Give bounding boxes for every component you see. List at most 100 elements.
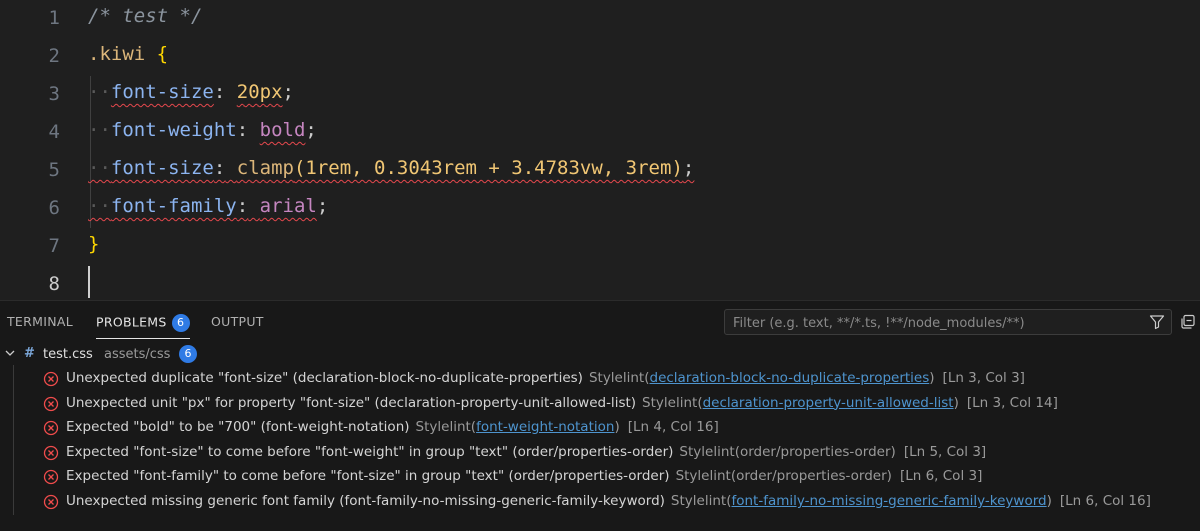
source-name: Stylelint [642, 394, 698, 411]
css-property: font-weight [110, 119, 237, 141]
source-name: Stylelint [588, 370, 645, 386]
panel-tabs: TERMINAL PROBLEMS 6 OUTPUT [0, 301, 700, 341]
problem-location: [Ln 6, Col 16] [1059, 493, 1151, 509]
file-path: assets/css [104, 347, 171, 362]
problem-location: [Ln 3, Col 3] [942, 370, 1025, 386]
line-number: 4 [48, 121, 60, 143]
file-name: test.css [43, 347, 93, 362]
rule-link: order/properties-order [739, 443, 891, 460]
problem-location: [Ln 6, Col 3] [899, 468, 983, 485]
problem-source: Stylelint(declaration-block-no-duplicate… [588, 370, 935, 386]
problem-location: [Ln 3, Col 14] [966, 394, 1058, 411]
code-line-3[interactable]: 3 ··font-size: 20px; [0, 76, 1200, 114]
problem-row[interactable]: Unexpected duplicate "font-size" (declar… [0, 367, 1200, 391]
problem-text: Unexpected unit "px" for property "font-… [66, 395, 1058, 411]
code-line-8[interactable]: 8 [0, 266, 1200, 304]
problem-source: Stylelint(font-weight-notation) [415, 419, 620, 436]
problems-file-header[interactable]: # test.css assets/css 6 [0, 345, 400, 365]
code-line-1[interactable]: 1 /* test */ [0, 0, 1200, 38]
problem-message: Expected "bold" to be "700" (font-weight… [66, 419, 410, 436]
problem-text: Unexpected duplicate "font-size" (declar… [66, 370, 1025, 386]
error-icon [43, 396, 59, 416]
problem-message: Unexpected unit "px" for property "font-… [66, 394, 637, 411]
rule-link[interactable]: declaration-property-unit-allowed-list [703, 395, 954, 411]
problem-row[interactable]: Unexpected missing generic font family (… [0, 490, 1200, 514]
rule-link[interactable]: font-weight-notation [476, 419, 614, 435]
line-number: 2 [48, 45, 60, 67]
filter-input[interactable] [731, 313, 1145, 333]
line-number: 7 [48, 235, 60, 257]
problem-message: Unexpected missing generic font family (… [66, 493, 665, 509]
whitespace-marker: ·· [88, 81, 111, 103]
source-name: Stylelint [679, 443, 735, 460]
filter-icon[interactable] [1149, 314, 1165, 334]
problem-message: Expected "font-family" to come before "f… [66, 468, 670, 485]
problem-source: Stylelint(order/properties-order) [679, 443, 896, 460]
code-line-5[interactable]: 5 ··font-size: clamp(1rem, 0.3043rem + 3… [0, 152, 1200, 190]
css-property: font-family [110, 195, 237, 217]
error-icon [43, 371, 59, 391]
css-value: 20px [236, 81, 283, 103]
line-number: 8 [48, 273, 60, 295]
line-number: 3 [48, 83, 60, 105]
problem-source: Stylelint(declaration-property-unit-allo… [642, 394, 959, 411]
problem-text: Expected "font-family" to come before "f… [66, 468, 982, 484]
problem-text: Expected "font-size" to come before "fon… [66, 444, 986, 460]
problem-message: Expected "font-size" to come before "fon… [66, 443, 674, 460]
css-selector: .kiwi [88, 43, 146, 65]
code-line-4[interactable]: 4 ··font-weight: bold; [0, 114, 1200, 152]
colon: : [213, 157, 226, 179]
text-cursor [88, 266, 90, 298]
problem-row[interactable]: Expected "font-family" to come before "f… [0, 465, 1200, 489]
close-brace: } [88, 233, 100, 255]
problem-location: [Ln 5, Col 3] [903, 443, 987, 460]
filter-box [724, 309, 1172, 335]
rule-link[interactable]: font-family-no-missing-generic-family-ke… [731, 493, 1046, 509]
tab-terminal[interactable]: TERMINAL [7, 314, 73, 329]
file-problem-count: 6 [179, 345, 197, 363]
whitespace-marker: ·· [88, 119, 111, 141]
code-line-2[interactable]: 2 .kiwi { [0, 38, 1200, 76]
problem-source: Stylelint(font-family-no-missing-generic… [670, 493, 1052, 509]
code-line-6[interactable]: 6 ··font-family: arial; [0, 190, 1200, 228]
rule-link[interactable]: declaration-block-no-duplicate-propertie… [650, 370, 930, 386]
problem-row[interactable]: Expected "font-size" to come before "fon… [0, 441, 1200, 465]
problem-row[interactable]: Expected "bold" to be "700" (font-weight… [0, 416, 1200, 440]
error-icon [43, 420, 59, 440]
source-name: Stylelint [675, 468, 731, 485]
bottom-panel: TERMINAL PROBLEMS6 OUTPUT # test.css ass… [0, 300, 1200, 531]
tab-output[interactable]: OUTPUT [211, 314, 264, 329]
error-icon [43, 469, 59, 489]
colon: : [213, 81, 226, 103]
error-icon [43, 445, 59, 465]
colon: : [236, 195, 249, 217]
colon: : [236, 119, 249, 141]
semicolon: ; [282, 81, 294, 103]
css-function-args: (1rem, 0.3043rem + 3.4783vw, 3rem) [293, 157, 683, 179]
code-line-7[interactable]: 7 } [0, 228, 1200, 266]
problem-location: [Ln 4, Col 16] [627, 419, 719, 436]
semicolon: ; [316, 195, 329, 217]
rule-link: order/properties-order [736, 468, 887, 485]
line-number: 6 [48, 197, 60, 219]
css-value: bold [259, 119, 306, 141]
problem-text: Expected "bold" to be "700" (font-weight… [66, 419, 719, 435]
comment-text: /* test */ [88, 5, 203, 27]
open-brace: { [156, 43, 169, 65]
whitespace-marker: ·· [88, 157, 111, 179]
problem-source: Stylelint(order/properties-order) [675, 468, 892, 485]
code-editor[interactable]: 1 /* test */ 2 .kiwi { 3 ··font-size: 20… [0, 0, 1200, 300]
tab-problems-label: PROBLEMS [96, 314, 167, 330]
collapse-all-icon[interactable] [1180, 314, 1196, 334]
source-name: Stylelint [670, 493, 727, 509]
tab-problems[interactable]: PROBLEMS 6 [96, 314, 190, 339]
source-name: Stylelint [415, 419, 471, 436]
css-property: font-size [110, 157, 214, 179]
chevron-down-icon[interactable] [4, 347, 16, 363]
problem-message: Unexpected duplicate "font-size" (declar… [66, 370, 583, 386]
error-icon [43, 494, 59, 514]
line-number: 1 [48, 7, 60, 29]
css-function: clamp [236, 157, 294, 179]
problem-row[interactable]: Unexpected unit "px" for property "font-… [0, 392, 1200, 416]
semicolon: ; [305, 119, 317, 141]
